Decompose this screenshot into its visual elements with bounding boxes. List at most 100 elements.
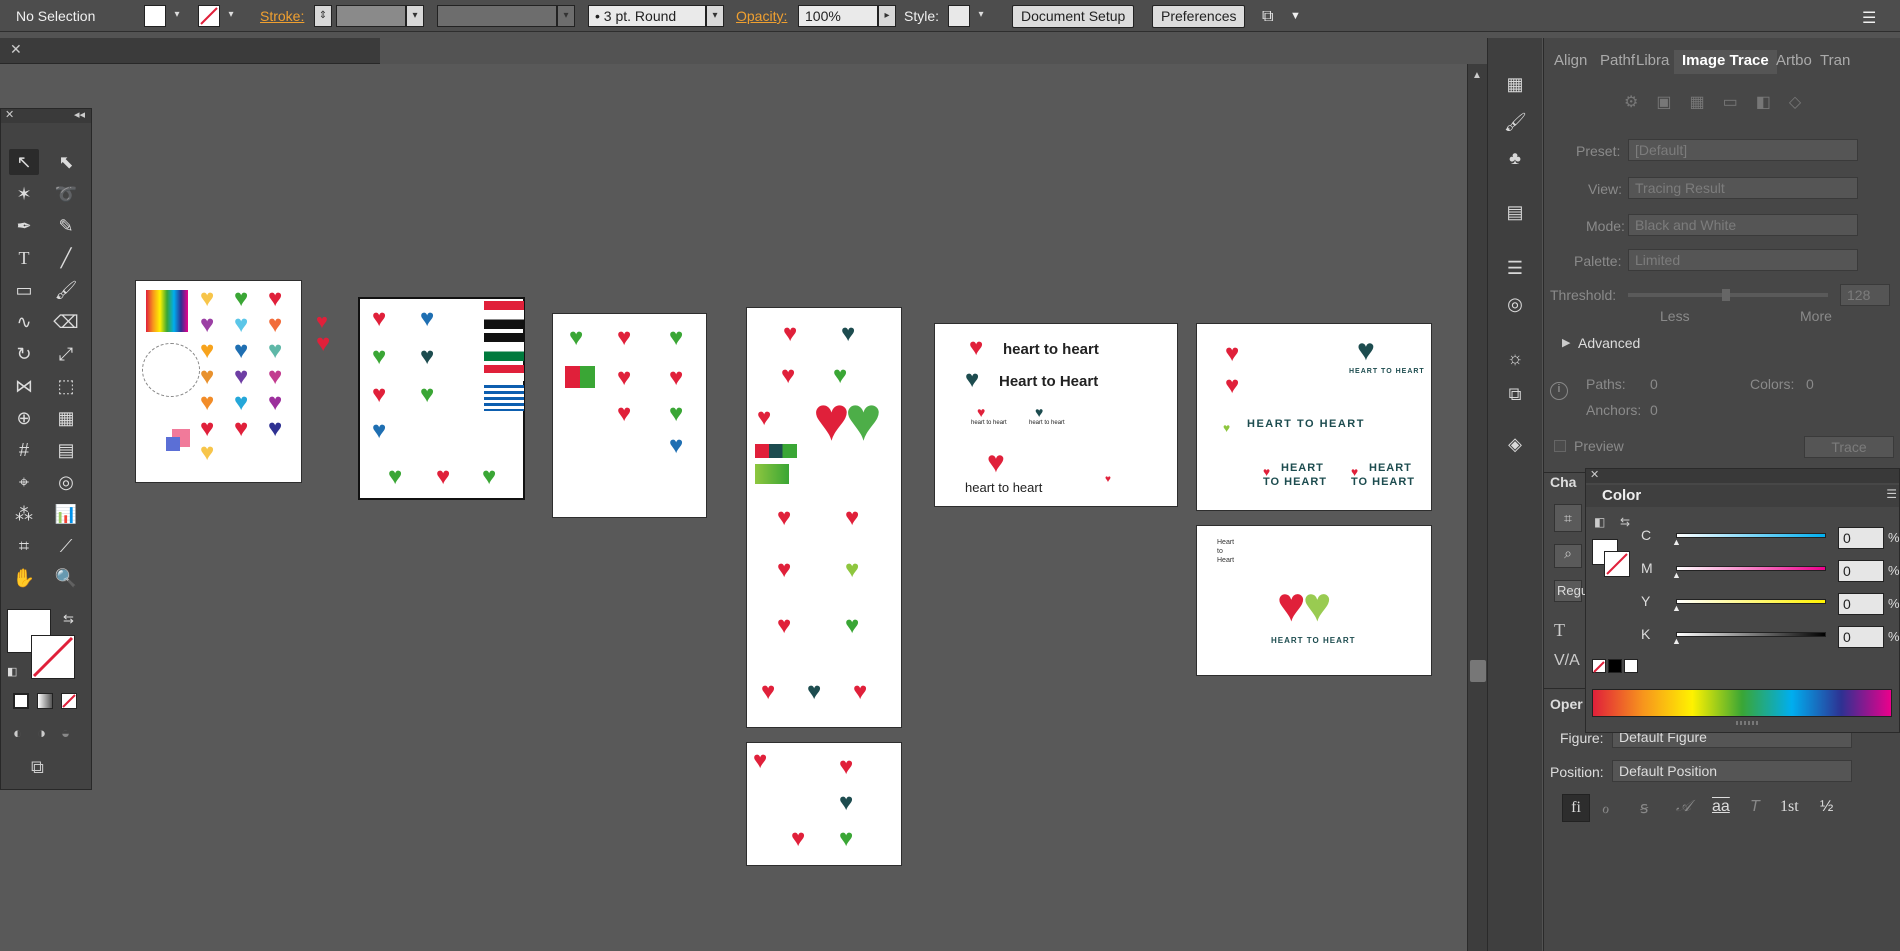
none-mode-icon[interactable] <box>61 693 77 709</box>
artboard-5[interactable]: ♥ ♥ ♥ ♥ ♥ <box>746 742 902 866</box>
artboard-4[interactable]: ♥ ♥ ♥ ♥ ♥ ♥ ♥ ♥ ♥ ♥ ♥ ♥ ♥ ♥ ♥ ♥ <box>746 307 902 728</box>
panel-menu-icon[interactable]: ☰ <box>1886 487 1897 501</box>
tracking-icon[interactable]: V/A <box>1554 652 1580 670</box>
artboard-1[interactable]: ♥ ♥ ♥ ♥ ♥ ♥ ♥ ♥ ♥ ♥ ♥ ♥ ♥ ♥ ♥ ♥ ♥ ♥ ♥ <box>135 280 302 483</box>
font-style-field[interactable]: Regu <box>1554 580 1588 602</box>
mode-dropdown[interactable]: Black and White <box>1628 214 1858 236</box>
control-menu-icon[interactable]: ☰ <box>1862 8 1876 28</box>
mesh-tool-icon[interactable]: # <box>9 437 39 463</box>
artboard-6[interactable]: ♥ heart to heart ♥ Heart to Heart ♥ hear… <box>934 323 1178 507</box>
position-dropdown[interactable]: Default Position <box>1612 760 1852 782</box>
tab-align[interactable]: Align <box>1554 52 1587 76</box>
color-tab[interactable]: Color <box>1602 487 1641 504</box>
slice-tool-icon[interactable]: ⟋ <box>51 533 81 559</box>
style-dropdown-icon[interactable]: ▾ <box>972 5 990 27</box>
blend-tool-icon[interactable]: ◎ <box>51 469 81 495</box>
stroke-profile-dropdown-icon[interactable]: ▾ <box>706 5 724 27</box>
brush-definition-field[interactable] <box>437 5 557 27</box>
default-colors-icon[interactable]: ◧ <box>1594 515 1605 529</box>
slider-thumb-icon[interactable]: ▲ <box>1672 636 1681 646</box>
draw-normal-icon[interactable]: ◐ <box>13 725 22 742</box>
color-spectrum[interactable] <box>1592 689 1892 717</box>
threshold-field[interactable]: 128 <box>1840 284 1890 306</box>
tab-libraries[interactable]: Libra <box>1636 52 1669 76</box>
ordinals-button[interactable]: 1st <box>1780 798 1799 816</box>
stylistic-alternates-button[interactable]: aa <box>1712 798 1730 816</box>
character-tab[interactable]: Cha <box>1550 474 1576 490</box>
view-dropdown[interactable]: Tracing Result <box>1628 177 1858 199</box>
stroke-weight-dropdown-icon[interactable]: ▾ <box>406 5 424 27</box>
stroke-dropdown-icon[interactable]: ▾ <box>222 5 240 27</box>
tab-image-trace[interactable]: Image Trace <box>1674 50 1777 74</box>
symbol-sprayer-tool-icon[interactable]: ⁂ <box>9 501 39 527</box>
stroke-icon[interactable]: ☰ <box>1504 258 1526 280</box>
channel-value-field[interactable]: 0 <box>1838 593 1884 615</box>
direct-selection-tool-icon[interactable]: ⬉ <box>51 149 81 175</box>
advanced-label[interactable]: Advanced <box>1578 335 1640 351</box>
opacity-arrow-icon[interactable]: ▸ <box>878 5 896 27</box>
resize-grip[interactable] <box>1736 721 1760 725</box>
gradient-tool-icon[interactable]: ▤ <box>51 437 81 463</box>
channel-slider[interactable] <box>1676 533 1826 538</box>
brushes-icon[interactable]: 🖌 <box>1504 112 1527 134</box>
fill-swatch[interactable] <box>144 5 166 27</box>
black-color-button[interactable] <box>1608 659 1622 673</box>
stroke-label[interactable]: Stroke: <box>260 8 304 24</box>
white-color-button[interactable] <box>1624 659 1638 673</box>
channel-slider[interactable] <box>1676 632 1826 637</box>
line-tool-icon[interactable]: ╱ <box>51 245 81 271</box>
opacity-field[interactable]: 100% <box>798 5 878 27</box>
arrange-dropdown-icon[interactable]: ▼ <box>1290 10 1301 22</box>
close-panel-icon[interactable]: ✕ <box>5 108 14 121</box>
paintbrush-tool-icon[interactable]: 🖌 <box>51 277 81 303</box>
symbols-icon[interactable]: ♣ <box>1504 148 1526 170</box>
default-colors-icon[interactable]: ◧ <box>7 665 17 678</box>
swatches-icon[interactable]: ▦ <box>1504 74 1526 96</box>
tools-panel-header[interactable]: ✕ ◂◂ <box>1 109 91 123</box>
artboard-3[interactable]: ♥ ♥ ♥ ♥ ♥ ♥ ♥ ♥ <box>552 313 707 518</box>
pen-tool-icon[interactable]: ✒ <box>9 213 39 239</box>
discretionary-ligatures-button[interactable]: ꞩ <box>1640 798 1648 818</box>
swap-colors-icon[interactable]: ⇆ <box>63 611 74 627</box>
type-tool-icon[interactable]: T <box>9 245 39 271</box>
channel-slider[interactable] <box>1676 599 1826 604</box>
tab-transform[interactable]: Tran <box>1820 52 1850 76</box>
layers-icon[interactable]: ◈ <box>1504 434 1526 456</box>
gradient-icon[interactable]: ▤ <box>1504 202 1526 224</box>
palette-dropdown[interactable]: Limited <box>1628 249 1858 271</box>
artboard-tool-icon[interactable]: ⌗ <box>9 533 39 559</box>
titling-alternates-button[interactable]: T <box>1750 798 1760 816</box>
selection-tool-icon[interactable]: ↖ <box>9 149 39 175</box>
style-swatch[interactable] <box>948 5 970 27</box>
graphic-styles-icon[interactable]: ⧉ <box>1504 384 1526 406</box>
channel-value-field[interactable]: 0 <box>1838 626 1884 648</box>
preview-checkbox[interactable] <box>1554 440 1566 452</box>
stroke-color-swatch[interactable] <box>31 635 75 679</box>
contextual-alternates-button[interactable]: ℴ <box>1602 798 1609 818</box>
artboard-8[interactable]: Heart to Heart ♥ ♥ HEART TO HEART <box>1196 525 1432 676</box>
gradient-mode-icon[interactable] <box>37 693 53 709</box>
scale-tool-icon[interactable]: ⤢ <box>51 341 81 367</box>
swash-button[interactable]: 𝒜 <box>1676 798 1691 816</box>
hand-tool-icon[interactable]: ✋ <box>9 565 39 591</box>
stroke-stepper[interactable]: ⇕ <box>314 5 332 27</box>
column-graph-tool-icon[interactable]: 📊 <box>51 501 81 527</box>
arrange-icon[interactable]: ⧉ <box>1262 8 1273 26</box>
stroke-swatch[interactable] <box>198 5 220 27</box>
font-size-icon[interactable]: T <box>1554 620 1565 641</box>
trace-button[interactable]: Trace <box>1804 436 1894 458</box>
channel-value-field[interactable]: 0 <box>1838 527 1884 549</box>
vertical-scrollbar[interactable]: ▲ <box>1467 64 1487 951</box>
tab-pathfinder[interactable]: Pathf <box>1600 52 1635 76</box>
channel-slider[interactable] <box>1676 566 1826 571</box>
preset-dropdown[interactable]: [Default] <box>1628 139 1858 161</box>
slider-thumb-icon[interactable]: ▲ <box>1672 603 1681 613</box>
shape-builder-tool-icon[interactable]: ⊕ <box>9 405 39 431</box>
scroll-up-icon[interactable]: ▲ <box>1472 70 1482 81</box>
stroke-weight-field[interactable] <box>336 5 406 27</box>
preferences-button[interactable]: Preferences <box>1152 5 1246 28</box>
channel-value-field[interactable]: 0 <box>1838 560 1884 582</box>
transparency-icon[interactable]: ◎ <box>1504 294 1526 316</box>
close-tab-icon[interactable]: ✕ <box>10 41 22 58</box>
swap-colors-icon[interactable]: ⇆ <box>1620 515 1630 529</box>
